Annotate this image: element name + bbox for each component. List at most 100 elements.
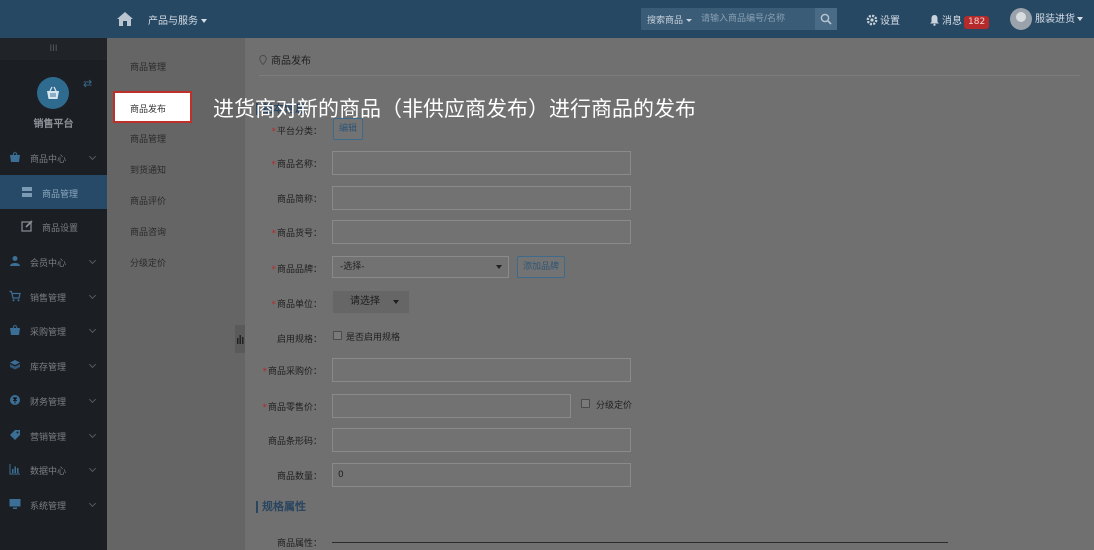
search-type-dropdown[interactable]: 搜索商品 bbox=[647, 13, 693, 26]
platform-category-label: *平台分类： bbox=[271, 124, 322, 137]
settings-button[interactable]: 设置 bbox=[866, 12, 900, 27]
chevron-down-icon bbox=[88, 257, 97, 265]
gear-icon bbox=[866, 14, 878, 26]
subnav-item-arrival-notice[interactable]: 到货通知 bbox=[130, 163, 166, 176]
brand-select[interactable]: -选择- bbox=[332, 256, 509, 278]
products-services-menu[interactable]: 产品与服务 bbox=[148, 12, 207, 27]
sidebar-item-finance[interactable]: 财务管理 bbox=[0, 383, 107, 418]
chevron-down-icon bbox=[496, 265, 502, 269]
search-button[interactable] bbox=[815, 8, 837, 30]
product-short-name-input[interactable] bbox=[332, 186, 631, 210]
settings-label: 设置 bbox=[880, 16, 900, 27]
platform-basket-icon bbox=[37, 77, 69, 109]
messages-label: 消息 bbox=[942, 16, 962, 27]
sidebar-toggle[interactable]: III bbox=[0, 38, 107, 60]
sidebar-item-system[interactable]: 系统管理 bbox=[0, 487, 107, 522]
quantity-input[interactable]: 0 bbox=[332, 463, 631, 487]
sidebar-item-marketing[interactable]: 营销管理 bbox=[0, 418, 107, 453]
sidebar-item-member-center[interactable]: 会员中心 bbox=[0, 244, 107, 279]
sidebar: III ⇄ 销售平台 商品中心 商品管理 商品设置 会员中心 销售管理 采购管理… bbox=[0, 38, 107, 550]
grid-icon bbox=[22, 186, 32, 197]
sidebar-item-label: 会员中心 bbox=[30, 259, 67, 270]
sidebar-item-product-management[interactable]: 商品管理 bbox=[0, 174, 107, 210]
swap-icon[interactable]: ⇄ bbox=[83, 77, 92, 90]
divider bbox=[259, 75, 1080, 76]
breadcrumb-current: 商品发布 bbox=[271, 56, 311, 67]
product-code-row: *商品货号： bbox=[245, 220, 1094, 244]
sidebar-item-label: 财务管理 bbox=[30, 397, 67, 408]
bars-icon bbox=[237, 335, 244, 344]
sidebar-item-product-settings[interactable]: 商品设置 bbox=[0, 209, 107, 245]
sidebar-item-label: 采购管理 bbox=[30, 328, 67, 339]
products-services-label: 产品与服务 bbox=[148, 16, 198, 27]
product-unit-label: *商品单位： bbox=[271, 297, 322, 310]
product-name-label: *商品名称： bbox=[271, 157, 322, 170]
platform-switcher: ⇄ 销售平台 bbox=[0, 60, 107, 140]
tier-pricing-checkbox-label: 分级定价 bbox=[596, 401, 633, 411]
bell-icon bbox=[930, 15, 939, 26]
retail-price-input[interactable] bbox=[332, 394, 571, 418]
attr-divider bbox=[332, 542, 948, 543]
product-code-label: *商品货号： bbox=[271, 226, 322, 239]
home-icon[interactable] bbox=[116, 11, 134, 27]
barcode-label: 商品条形码： bbox=[267, 437, 322, 447]
unit-select[interactable]: 请选择 bbox=[333, 291, 409, 313]
sidebar-item-label: 销售管理 bbox=[30, 293, 67, 304]
barcode-input[interactable] bbox=[332, 428, 631, 452]
subnav-item-product-management-header[interactable]: 商品管理 bbox=[130, 60, 166, 73]
user-menu[interactable]: 服装进货 bbox=[1010, 8, 1083, 30]
enable-spec-checkbox-label: 是否启用规格 bbox=[346, 333, 401, 343]
edit-icon bbox=[21, 220, 33, 232]
retail-price-label: *商品零售价： bbox=[262, 400, 322, 413]
search-input[interactable] bbox=[701, 11, 811, 27]
cart-icon bbox=[9, 290, 21, 302]
monitor-icon bbox=[9, 498, 21, 509]
quantity-row: 商品数量： 0 bbox=[245, 463, 1094, 487]
chevron-down-icon bbox=[88, 291, 97, 299]
platform-category-text: 平台分类： bbox=[276, 127, 322, 137]
subnav-item-product-review[interactable]: 商品评价 bbox=[130, 194, 166, 207]
add-brand-button[interactable]: 添加品牌 bbox=[517, 256, 566, 278]
product-code-input[interactable] bbox=[332, 220, 631, 244]
purchase-price-row: *商品采购价： bbox=[245, 358, 1094, 382]
chevron-down-icon bbox=[88, 326, 97, 334]
product-brand-text: 商品品牌： bbox=[276, 265, 322, 275]
sidebar-item-purchasing[interactable]: 采购管理 bbox=[0, 313, 107, 348]
product-unit-row: *商品单位： 请选择 bbox=[245, 291, 1094, 315]
enable-spec-checkbox[interactable] bbox=[333, 331, 342, 340]
money-icon bbox=[10, 394, 20, 405]
sidebar-item-sales[interactable]: 销售管理 bbox=[0, 279, 107, 314]
enable-spec-row: 启用规格： 是否启用规格 bbox=[245, 326, 1094, 350]
box-icon bbox=[10, 360, 20, 370]
tier-pricing-checkbox[interactable] bbox=[581, 399, 590, 408]
barcode-row: 商品条形码： bbox=[245, 428, 1094, 452]
purchase-price-text: 商品采购价： bbox=[267, 367, 322, 377]
product-brand-row: *商品品牌： -选择- 添加品牌 bbox=[245, 256, 1094, 280]
purchase-price-input[interactable] bbox=[332, 358, 631, 382]
logo-zone bbox=[0, 0, 107, 38]
chevron-down-icon bbox=[88, 430, 97, 438]
sidebar-item-product-center[interactable]: 商品中心 bbox=[0, 140, 107, 175]
product-unit-text: 商品单位： bbox=[276, 300, 322, 310]
sidebar-item-data-center[interactable]: 数据中心 bbox=[0, 452, 107, 487]
basket-icon bbox=[10, 151, 20, 162]
required-mark: * bbox=[271, 127, 276, 137]
location-pin-icon bbox=[259, 55, 267, 66]
required-mark: * bbox=[271, 229, 276, 239]
breadcrumb: 商品发布 bbox=[259, 52, 311, 67]
sidebar-item-inventory[interactable]: 库存管理 bbox=[0, 348, 107, 383]
tag-icon bbox=[10, 429, 20, 440]
subnav-item-product-inquiry[interactable]: 商品咨询 bbox=[130, 225, 166, 238]
search-type-label: 搜索商品 bbox=[647, 16, 684, 26]
sidebar-item-label: 商品中心 bbox=[30, 155, 67, 165]
subnav-item-product-management[interactable]: 商品管理 bbox=[130, 132, 166, 145]
retail-price-row: *商品零售价： 分级定价 bbox=[245, 394, 1094, 418]
collapse-panel-handle[interactable] bbox=[235, 325, 245, 353]
messages-button[interactable]: 消息 182 bbox=[929, 12, 990, 29]
subnav-item-product-publish[interactable]: 商品发布 bbox=[113, 91, 192, 123]
platform-name: 销售平台 bbox=[33, 119, 74, 130]
subnav-item-tier-pricing[interactable]: 分级定价 bbox=[130, 256, 166, 269]
subnav-item-product-publish-label: 商品发布 bbox=[130, 105, 167, 115]
product-name-input[interactable] bbox=[332, 151, 631, 175]
required-mark: * bbox=[271, 300, 276, 310]
